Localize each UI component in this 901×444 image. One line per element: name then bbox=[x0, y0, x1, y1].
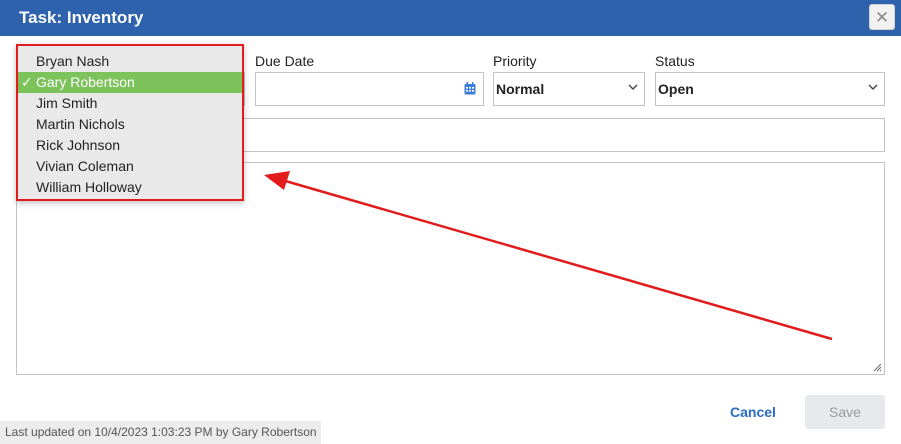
close-button[interactable]: ✕ bbox=[869, 4, 895, 30]
dropdown-option-label: William Holloway bbox=[36, 179, 142, 195]
chevron-down-icon bbox=[628, 84, 638, 90]
dropdown-option-label: Gary Robertson bbox=[36, 74, 135, 90]
chevron-down-icon bbox=[868, 84, 878, 90]
check-icon: ✓ bbox=[21, 74, 33, 90]
dropdown-option-label: Vivian Coleman bbox=[36, 158, 134, 174]
dropdown-option[interactable]: Jim Smith bbox=[18, 93, 242, 114]
priority-label: Priority bbox=[493, 53, 537, 69]
dialog-title: Task: Inventory bbox=[19, 8, 144, 27]
dropdown-option[interactable]: ✓ Gary Robertson bbox=[18, 72, 242, 93]
status-value: Open bbox=[658, 81, 694, 97]
dropdown-option-label: Jim Smith bbox=[36, 95, 98, 111]
priority-value: Normal bbox=[496, 81, 545, 97]
dropdown-option[interactable]: William Holloway bbox=[18, 177, 242, 198]
due-date-input[interactable] bbox=[255, 72, 484, 106]
cancel-button[interactable]: Cancel bbox=[725, 400, 781, 424]
calendar-icon[interactable] bbox=[464, 82, 476, 95]
dropdown-option[interactable]: Martin Nichols bbox=[18, 114, 242, 135]
dialog-titlebar: Task: Inventory ✕ bbox=[0, 0, 901, 36]
resize-handle-icon[interactable] bbox=[872, 362, 882, 372]
dropdown-option[interactable]: Bryan Nash bbox=[18, 51, 242, 72]
dropdown-option-label: Bryan Nash bbox=[36, 53, 110, 69]
dropdown-option[interactable]: Vivian Coleman bbox=[18, 156, 242, 177]
status-select[interactable]: Open bbox=[655, 72, 885, 106]
status-label: Status bbox=[655, 53, 695, 69]
priority-select[interactable]: Normal bbox=[493, 72, 645, 106]
dropdown-option[interactable]: Rick Johnson bbox=[18, 135, 242, 156]
assignee-dropdown: Bryan Nash ✓ Gary Robertson Jim Smith Martin… bbox=[16, 44, 244, 201]
last-updated-status: Last updated on 10/4/2023 1:03:23 PM by … bbox=[0, 421, 321, 444]
save-button[interactable]: Save bbox=[805, 395, 885, 429]
due-date-label: Due Date bbox=[255, 53, 315, 69]
dropdown-option-label: Rick Johnson bbox=[36, 137, 121, 153]
dropdown-option-label: Martin Nichols bbox=[36, 116, 125, 132]
close-icon: ✕ bbox=[874, 7, 890, 27]
